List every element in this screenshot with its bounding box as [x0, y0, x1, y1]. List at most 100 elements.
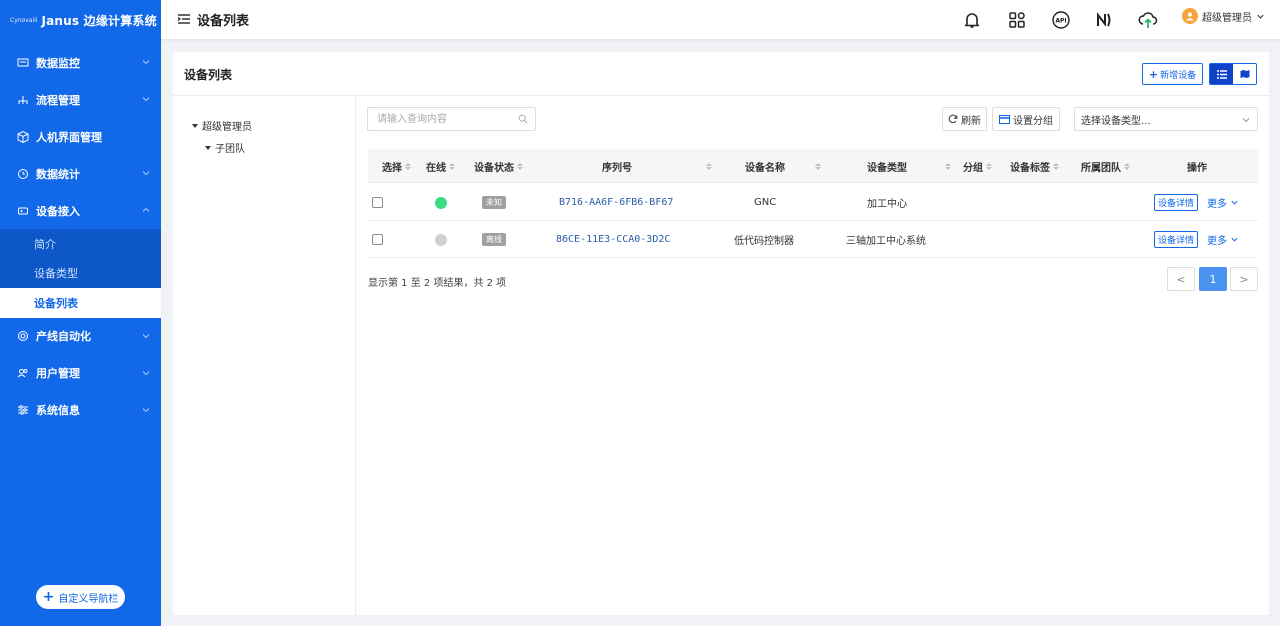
- row-checkbox[interactable]: [372, 234, 383, 245]
- chevron-down-icon: [142, 60, 150, 65]
- chevron-down-icon: [142, 171, 150, 176]
- sidebar-subitem-intro[interactable]: 简介: [0, 229, 161, 259]
- menu-fold-icon[interactable]: [177, 12, 191, 26]
- table-row[interactable]: 未知 B716-AA6F-6FB6-BF67 GNC 加工中心 设备详情 更多: [368, 184, 1258, 221]
- sort-icon[interactable]: [703, 149, 712, 183]
- pagination-info: 显示第 1 至 2 项结果，共 2 项: [368, 278, 507, 289]
- top-bar: 设备列表 API 超级管理员: [161, 0, 1280, 40]
- clock-icon: [16, 167, 30, 181]
- search-field[interactable]: [367, 107, 536, 131]
- table-header: 选择 在线 设备状态 序列号 设备名称 设备类型 分组 设备标签 所属团队 操作: [368, 149, 1258, 183]
- device-detail-button[interactable]: 设备详情: [1154, 194, 1199, 211]
- sort-icon: [986, 162, 992, 170]
- status-badge: 未知: [482, 196, 506, 209]
- sidebar-item-label: 系统信息: [36, 404, 80, 417]
- device-type-select-value: 选择设备类型...: [1081, 115, 1151, 127]
- column-label: 所属团队: [1081, 162, 1121, 174]
- sidebar-item-line-automation[interactable]: 产线自动化: [0, 318, 161, 355]
- column-header-tags[interactable]: 设备标签: [1010, 149, 1059, 183]
- sidebar-item-flow[interactable]: 流程管理: [0, 81, 161, 118]
- apps-grid-icon[interactable]: [1006, 9, 1028, 31]
- more-dropdown[interactable]: 更多: [1207, 232, 1239, 247]
- device-type: 加工中心: [867, 199, 907, 210]
- chevron-down-icon: [1257, 14, 1264, 19]
- list-view-icon[interactable]: [1210, 64, 1233, 84]
- column-header-name[interactable]: 设备名称: [745, 149, 785, 183]
- sidebar-subitem-device-types[interactable]: 设备类型: [0, 259, 161, 289]
- bell-icon[interactable]: [961, 9, 983, 31]
- nfc-icon[interactable]: [1093, 9, 1115, 31]
- device-icon: [16, 204, 30, 218]
- chevron-down-icon: [142, 97, 150, 102]
- tree-node-child[interactable]: 子团队: [205, 140, 245, 155]
- device-type-select[interactable]: 选择设备类型...: [1074, 107, 1258, 131]
- panel-header: 设备列表 + 新增设备: [173, 52, 1269, 96]
- caret-down-icon: [192, 123, 198, 128]
- sidebar-item-label: 数据统计: [36, 167, 80, 181]
- users-icon: [16, 366, 30, 380]
- sidebar-item-hmi[interactable]: 人机界面管理: [0, 118, 161, 155]
- column-label: 在线: [426, 162, 446, 174]
- set-group-button[interactable]: 设置分组: [992, 107, 1060, 131]
- sort-icon: [449, 162, 455, 170]
- plus-icon: +: [42, 589, 55, 605]
- column-header-select[interactable]: 选择: [382, 149, 411, 183]
- svg-text:API: API: [1055, 18, 1066, 25]
- page-1-button[interactable]: 1: [1199, 267, 1227, 291]
- user-name: 超级管理员: [1202, 12, 1252, 24]
- api-icon[interactable]: API: [1050, 9, 1072, 31]
- add-device-button[interactable]: + 新增设备: [1142, 63, 1203, 85]
- sort-icon: [1124, 162, 1130, 170]
- device-detail-button[interactable]: 设备详情: [1154, 231, 1199, 248]
- brand-logo[interactable]: Cynovaiii Janus 边缘计算系统: [0, 0, 161, 40]
- custom-nav-button[interactable]: + 自定义导航栏: [36, 585, 125, 609]
- column-header-group[interactable]: 分组: [963, 149, 992, 183]
- refresh-button[interactable]: 刷新: [942, 107, 987, 131]
- column-header-type[interactable]: 设备类型: [867, 149, 907, 183]
- chevron-down-icon: [1231, 237, 1238, 242]
- more-dropdown[interactable]: 更多: [1207, 195, 1239, 210]
- brand-small: Cynovaiii: [10, 16, 38, 24]
- sort-icon: [517, 162, 523, 170]
- chevron-down-icon: [1242, 118, 1250, 123]
- sidebar-nav: 数据监控 流程管理 人机界面管理 数据统计 设备接入 简介 设备类型 设备列表: [0, 44, 161, 429]
- column-label: 操作: [1187, 162, 1207, 174]
- column-header-status[interactable]: 设备状态: [474, 149, 523, 183]
- column-header-online[interactable]: 在线: [426, 149, 455, 183]
- sidebar-item-label: 人机界面管理: [36, 130, 102, 144]
- sidebar-item-user-management[interactable]: 用户管理: [0, 355, 161, 392]
- sort-icon[interactable]: [942, 149, 951, 183]
- row-checkbox[interactable]: [372, 197, 383, 208]
- sidebar-item-data-monitor[interactable]: 数据监控: [0, 44, 161, 81]
- sidebar-item-system-info[interactable]: 系统信息: [0, 392, 161, 429]
- sidebar-item-device-access[interactable]: 设备接入: [0, 192, 161, 229]
- sidebar-subitem-device-list[interactable]: 设备列表: [0, 288, 161, 318]
- monitor-icon: [16, 56, 30, 70]
- caret-down-icon: [205, 145, 211, 150]
- column-label: 设备状态: [474, 162, 514, 174]
- search-icon: [518, 114, 528, 124]
- cloud-upload-icon[interactable]: [1137, 9, 1159, 31]
- serial-link[interactable]: B716-AA6F-6FB6-BF67: [559, 197, 673, 208]
- serial-link[interactable]: 86CE-11E3-CCA0-3D2C: [556, 234, 670, 245]
- team-tree: 超级管理员 子团队: [173, 97, 356, 615]
- sidebar-item-statistics[interactable]: 数据统计: [0, 155, 161, 192]
- refresh-label: 刷新: [961, 115, 981, 127]
- column-header-team[interactable]: 所属团队: [1081, 149, 1130, 183]
- map-view-icon[interactable]: [1233, 64, 1256, 84]
- column-header-serial[interactable]: 序列号: [602, 149, 632, 183]
- plus-icon: +: [1148, 67, 1159, 81]
- tree-node-root[interactable]: 超级管理员: [192, 118, 252, 133]
- target-icon: [16, 329, 30, 343]
- next-page-button[interactable]: >: [1230, 267, 1258, 291]
- sidebar-item-label: 数据监控: [36, 56, 80, 70]
- add-device-label: 新增设备: [1160, 70, 1197, 81]
- table-row[interactable]: 离线 86CE-11E3-CCA0-3D2C 低代码控制器 三轴加工中心系统 设…: [368, 221, 1258, 258]
- tree-node-label: 超级管理员: [202, 122, 252, 133]
- user-menu[interactable]: 超级管理员: [1182, 8, 1265, 24]
- search-input[interactable]: [368, 108, 508, 130]
- chevron-down-icon: [142, 370, 150, 375]
- prev-page-button[interactable]: <: [1167, 267, 1195, 291]
- sidebar-submenu-device-access: 简介 设备类型 设备列表: [0, 229, 161, 318]
- sort-icon[interactable]: [812, 149, 821, 183]
